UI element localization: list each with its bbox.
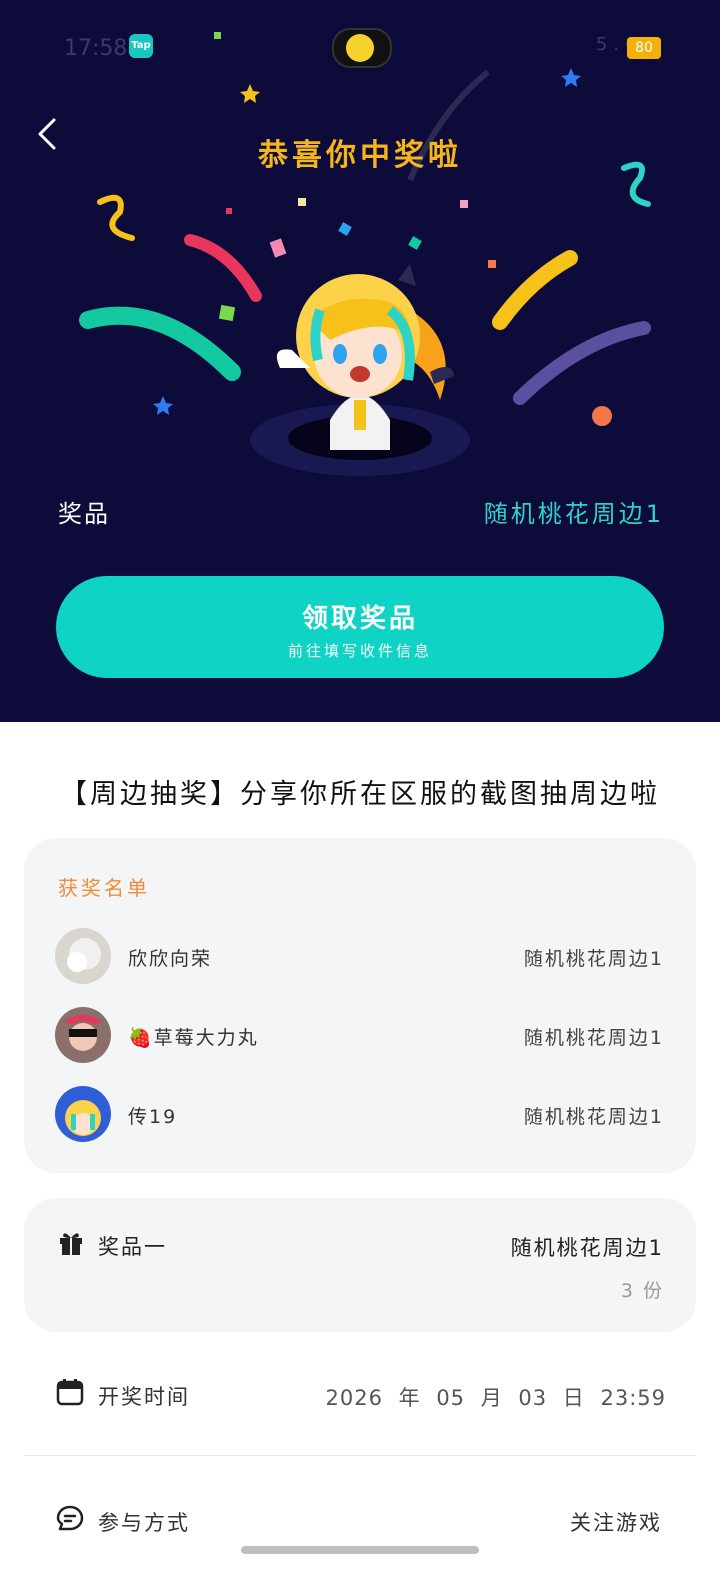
winners-heading: 获奖名单 bbox=[58, 876, 150, 900]
participation-row: 参与方式 关注游戏 bbox=[56, 1502, 666, 1538]
hero-banner: 17:58 Tap 5.00 80 恭喜你中奖啦 奖品 随机桃花周边1 领取奖品 bbox=[0, 0, 720, 722]
status-time: 17:58 bbox=[64, 36, 128, 61]
calendar-icon bbox=[56, 1379, 84, 1406]
follow-game-link[interactable]: 关注游戏 bbox=[570, 1507, 662, 1537]
status-bar: 17:58 Tap 5.00 80 bbox=[0, 28, 720, 68]
draw-time-row: 开奖时间 2026 年 05 月 03 日 23:59 bbox=[56, 1376, 666, 1416]
list-item[interactable]: 欣欣向荣 随机桃花周边1 bbox=[24, 928, 696, 988]
participation-label: 参与方式 bbox=[98, 1511, 190, 1535]
prize-value: 随机桃花周边1 bbox=[483, 500, 664, 528]
claim-button-hint: 前往填写收件信息 bbox=[287, 642, 432, 660]
floating-widget-icon[interactable] bbox=[332, 28, 392, 68]
home-indicator[interactable] bbox=[241, 1546, 479, 1554]
list-item[interactable]: 传19 随机桃花周边1 bbox=[24, 1086, 696, 1146]
claim-button-label: 领取奖品 bbox=[301, 604, 418, 634]
mascot-illustration bbox=[250, 264, 470, 476]
prize-info-card: 奖品一 随机桃花周边1 3 份 bbox=[24, 1198, 696, 1332]
winner-name: 传19 bbox=[128, 1106, 178, 1128]
winner-name: 欣欣向荣 bbox=[128, 948, 213, 970]
winner-prize: 随机桃花周边1 bbox=[523, 1106, 664, 1128]
congrats-heading: 恭喜你中奖啦 bbox=[258, 138, 462, 173]
battery-icon: 80 bbox=[627, 37, 661, 59]
event-title: 【周边抽奖】分享你所在区服的截图抽周边啦 bbox=[60, 779, 660, 810]
winner-prize: 随机桃花周边1 bbox=[523, 1027, 664, 1049]
chat-bubble-icon bbox=[56, 1505, 84, 1531]
gift-icon bbox=[60, 1233, 82, 1255]
prize-label: 奖品 bbox=[58, 500, 110, 528]
list-item[interactable]: 🍓草莓大力丸 随机桃花周边1 bbox=[24, 1007, 696, 1067]
draw-time-label: 开奖时间 bbox=[98, 1385, 190, 1409]
claim-prize-button[interactable]: 领取奖品 前往填写收件信息 bbox=[56, 576, 664, 678]
winner-prize: 随机桃花周边1 bbox=[523, 948, 664, 970]
prize-info-label: 奖品一 bbox=[98, 1235, 167, 1259]
avatar bbox=[55, 1086, 111, 1142]
avatar bbox=[55, 1007, 111, 1063]
winner-name: 🍓草莓大力丸 bbox=[128, 1027, 259, 1049]
divider bbox=[24, 1455, 696, 1456]
winners-card: 获奖名单 欣欣向荣 随机桃花周边1 🍓草莓大力丸 随机桃花周边1 传19 随机桃… bbox=[24, 838, 696, 1173]
prize-quantity: 3 份 bbox=[620, 1280, 664, 1302]
avatar bbox=[55, 928, 111, 984]
prize-info-value: 随机桃花周边1 bbox=[510, 1236, 664, 1260]
draw-time-value: 2026 年 05 月 03 日 23:59 bbox=[325, 1386, 666, 1410]
tap-app-icon: Tap bbox=[129, 34, 153, 58]
prize-row: 奖品 随机桃花周边1 bbox=[0, 490, 720, 530]
